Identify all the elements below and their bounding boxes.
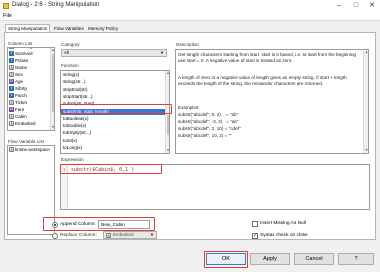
expression-label: Expression	[61, 157, 84, 162]
description-para-2: A length of zero or a negative value of …	[178, 75, 347, 87]
flow-variable-list-title: Flow Variable List	[8, 139, 44, 144]
description-example: substr("abcdef", 10, 2) = ""	[178, 133, 232, 138]
column-list-item[interactable]: I Pclass	[8, 58, 52, 65]
window-title: Dialog - 2:6 - String Manipulation	[12, 2, 100, 8]
replace-column-label: Replace Column:	[60, 233, 97, 238]
column-list-item[interactable]: S Cabin	[8, 114, 52, 121]
column-list-item[interactable]: D Age	[8, 79, 52, 86]
apply-button[interactable]: Apply	[250, 253, 290, 265]
function-list-item[interactable]: toDouble(x)	[61, 123, 165, 129]
cancel-button[interactable]: Cancel	[294, 253, 334, 265]
string-type-icon: S	[9, 147, 14, 153]
column-list-item[interactable]: D Fare	[8, 107, 52, 114]
column-list-item[interactable]: I SibSp	[8, 86, 52, 93]
app-icon	[3, 3, 9, 9]
maximize-icon[interactable]: □	[348, 0, 364, 12]
insert-missing-checkbox[interactable]	[252, 221, 258, 227]
close-icon[interactable]: ✕	[364, 0, 380, 12]
scroll-thumb[interactable]	[52, 54, 54, 112]
column-list-title: Column List	[8, 41, 33, 46]
function-list-item[interactable]: toBoolean(x)	[61, 116, 165, 122]
column-type-icon: S	[9, 65, 14, 71]
insert-missing-label: Insert Missing As Null	[260, 221, 306, 226]
column-list[interactable]: SPassengerIdISurvivedIPclassSNameSSexDAg…	[7, 47, 55, 131]
column-type-icon: I	[9, 86, 14, 92]
function-list-item[interactable]: string(str...)	[61, 79, 165, 85]
column-type-icon: S	[9, 100, 14, 106]
function-list-item[interactable]: stripEnd(str)	[61, 87, 165, 93]
help-button[interactable]: ?	[338, 253, 374, 265]
description-example: substr("abcdef", 0, 2) = "ab"	[178, 112, 239, 117]
scroll-down-icon[interactable]: ▼	[166, 148, 169, 153]
expression-highlight	[60, 164, 162, 174]
function-list-item[interactable]: toInt(x)	[61, 138, 165, 144]
description-label: Description	[176, 42, 199, 47]
chevron-down-icon: ▼	[150, 232, 154, 237]
menu-bar: File	[0, 12, 380, 21]
replace-column-radio[interactable]	[52, 233, 58, 239]
column-type-icon: S	[9, 72, 14, 78]
column-type-icon: D	[9, 107, 14, 113]
column-type-icon: S	[9, 48, 14, 50]
column-list-item[interactable]: S Name	[8, 65, 52, 72]
description-scrollbar[interactable]: ▲ ▼	[363, 50, 368, 153]
replace-column-dropdown[interactable]: S Embarked ▼	[103, 231, 157, 239]
category-dropdown[interactable]: All ▼	[61, 49, 167, 57]
function-label: Function	[61, 63, 79, 68]
scroll-thumb[interactable]	[167, 115, 169, 135]
function-selection-highlight	[60, 104, 172, 114]
description-examples-label: Examples:	[178, 105, 200, 110]
category-label: Category	[61, 42, 80, 47]
flow-variable-item[interactable]: Sknime.workspace	[8, 147, 54, 154]
function-list-item[interactable]: toEmpty(str...)	[61, 130, 165, 136]
syntax-check-label: Syntax check on close	[260, 233, 308, 238]
ok-button[interactable]: OK	[206, 253, 246, 265]
column-type-icon: D	[9, 79, 14, 85]
description-para-1: Get length characters starting from star…	[178, 52, 356, 64]
description-panel: Get length characters starting from star…	[175, 49, 369, 154]
description-example: substr("abcdef", -3, 2) = "ab"	[178, 119, 239, 124]
syntax-check-checkbox[interactable]: ✓	[252, 233, 258, 239]
column-type-icon: I	[9, 93, 14, 99]
column-list-scrollbar[interactable]: ▲ ▼	[50, 48, 54, 130]
column-list-item[interactable]: S Embarked	[8, 121, 52, 128]
menu-file[interactable]: File	[3, 13, 12, 19]
scroll-down-icon[interactable]: ▼	[51, 125, 54, 130]
title-bar: Dialog - 2:6 - String Manipulation – □ ✕	[0, 0, 380, 12]
function-list-item[interactable]: toLong(x)	[61, 145, 165, 151]
string-type-icon: S	[106, 232, 111, 238]
function-list-item[interactable]: stripStart(str...)	[61, 94, 165, 100]
column-type-icon: S	[9, 121, 14, 127]
description-example: substr("abcdef", 2, 10) = "cdef"	[178, 126, 241, 131]
column-type-icon: I	[9, 51, 14, 57]
column-type-icon: S	[9, 114, 14, 120]
scroll-up-icon[interactable]: ▲	[166, 71, 169, 76]
scroll-up-icon[interactable]: ▲	[364, 50, 368, 55]
minimize-icon[interactable]: –	[331, 0, 347, 12]
scroll-down-icon[interactable]: ▼	[364, 148, 368, 153]
function-list-item[interactable]: string(x)	[61, 72, 165, 78]
scroll-up-icon[interactable]: ▲	[51, 48, 54, 53]
column-list-item[interactable]: S Sex	[8, 72, 52, 79]
chevron-down-icon: ▼	[160, 50, 164, 55]
column-list-item[interactable]: SPassengerId	[8, 48, 52, 51]
column-type-icon: I	[9, 58, 14, 64]
column-list-item[interactable]: I Survived	[8, 51, 52, 58]
column-list-item[interactable]: S Ticket	[8, 100, 52, 107]
append-column-highlight	[43, 217, 155, 231]
column-list-item[interactable]: I Parch	[8, 93, 52, 100]
